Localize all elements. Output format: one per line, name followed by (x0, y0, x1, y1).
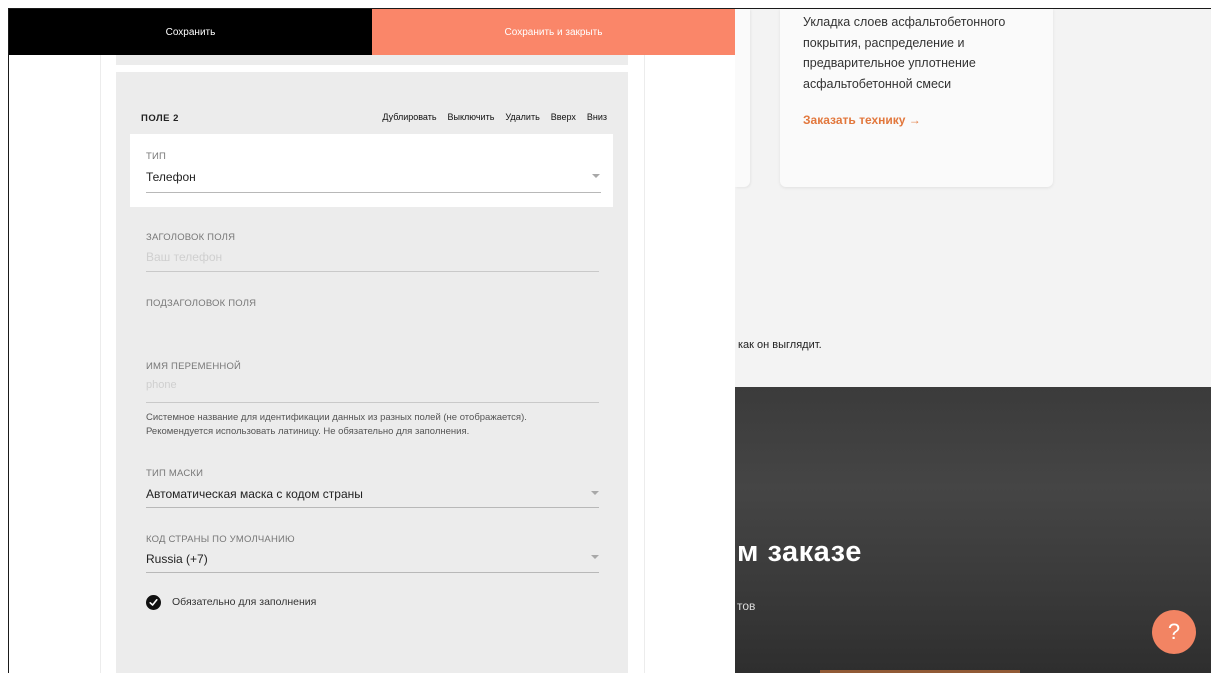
chevron-down-icon (591, 555, 599, 559)
required-checkbox-label: Обязательно для заполнения (172, 596, 317, 608)
move-up-button[interactable]: Вверх (551, 112, 576, 122)
mask-type-select[interactable]: Автоматическая маска с кодом страны (146, 487, 599, 505)
field-title-underline (146, 271, 599, 272)
checkmark-icon (149, 598, 158, 606)
preview-hint-text: как он выглядит. (738, 339, 822, 351)
service-card-description: Укладка слоев асфальтобетонного покрытия… (803, 15, 1006, 91)
mask-type-underline (146, 507, 599, 508)
disable-button[interactable]: Выключить (448, 112, 495, 122)
layout-guide-right (644, 55, 645, 673)
layout-guide-left (100, 55, 101, 673)
field-title: ПОЛЕ 2 (141, 113, 179, 124)
type-select-value: Телефон (146, 170, 196, 184)
editor-toolbar: Сохранить Сохранить и закрыть (9, 9, 735, 55)
field-title-placeholder: Ваш телефон (146, 250, 223, 264)
chevron-down-icon (592, 174, 600, 178)
delete-button[interactable]: Удалить (505, 112, 539, 122)
variable-name-underline (146, 402, 599, 403)
field-editor-panel: Сохранить Сохранить и закрыть ПОЛЕ 2 Дуб… (9, 9, 735, 673)
type-select-underline (146, 192, 601, 193)
field-title-label: ЗАГОЛОВОК ПОЛЯ (146, 232, 236, 243)
type-select[interactable]: Телефон (146, 170, 601, 188)
country-code-select[interactable]: Russia (+7) (146, 552, 599, 570)
variable-name-description: Системное название для идентификации дан… (146, 411, 606, 439)
type-select-container: ТИП Телефон (130, 134, 613, 207)
variable-name-placeholder: phone (146, 379, 177, 391)
previous-field-block (116, 55, 628, 65)
variable-name-description-line2: Рекомендуется использовать латиницу. Не … (146, 426, 470, 437)
move-down-button[interactable]: Вниз (587, 112, 607, 122)
help-button[interactable]: ? (1152, 610, 1196, 654)
order-equipment-link[interactable]: Заказать технику → (803, 113, 921, 127)
chevron-down-icon (591, 491, 599, 495)
country-code-label: КОД СТРАНЫ ПО УМОЛЧАНИЮ (146, 534, 295, 545)
variable-name-label: ИМЯ ПЕРЕМЕННОЙ (146, 361, 242, 372)
duplicate-button[interactable]: Дублировать (382, 112, 436, 122)
required-checkbox[interactable] (146, 595, 161, 610)
field-actions: Дублировать Выключить Удалить Вверх Вниз (382, 112, 607, 122)
variable-name-input[interactable]: phone (146, 379, 599, 395)
save-button[interactable]: Сохранить (9, 9, 372, 55)
save-and-close-button[interactable]: Сохранить и закрыть (372, 9, 735, 55)
field-subtitle-input[interactable] (146, 317, 599, 347)
question-icon: ? (1167, 619, 1181, 644)
field-subtitle-label: ПОДЗАГОЛОВОК ПОЛЯ (146, 298, 257, 309)
mask-type-label: ТИП МАСКИ (146, 468, 204, 479)
type-label: ТИП (146, 151, 167, 162)
country-code-underline (146, 572, 599, 573)
order-section-title: м заказе (737, 536, 862, 568)
field-title-input[interactable]: Ваш телефон (146, 250, 599, 268)
variable-name-description-line1: Системное название для идентификации дан… (146, 412, 527, 423)
field-block: ПОЛЕ 2 Дублировать Выключить Удалить Вве… (116, 72, 628, 673)
service-card-partial (735, 9, 750, 187)
country-code-value: Russia (+7) (146, 552, 208, 566)
order-section-background (735, 387, 1211, 673)
mask-type-value: Автоматическая маска с кодом страны (146, 487, 363, 501)
order-section-subtitle: тов (737, 599, 756, 613)
